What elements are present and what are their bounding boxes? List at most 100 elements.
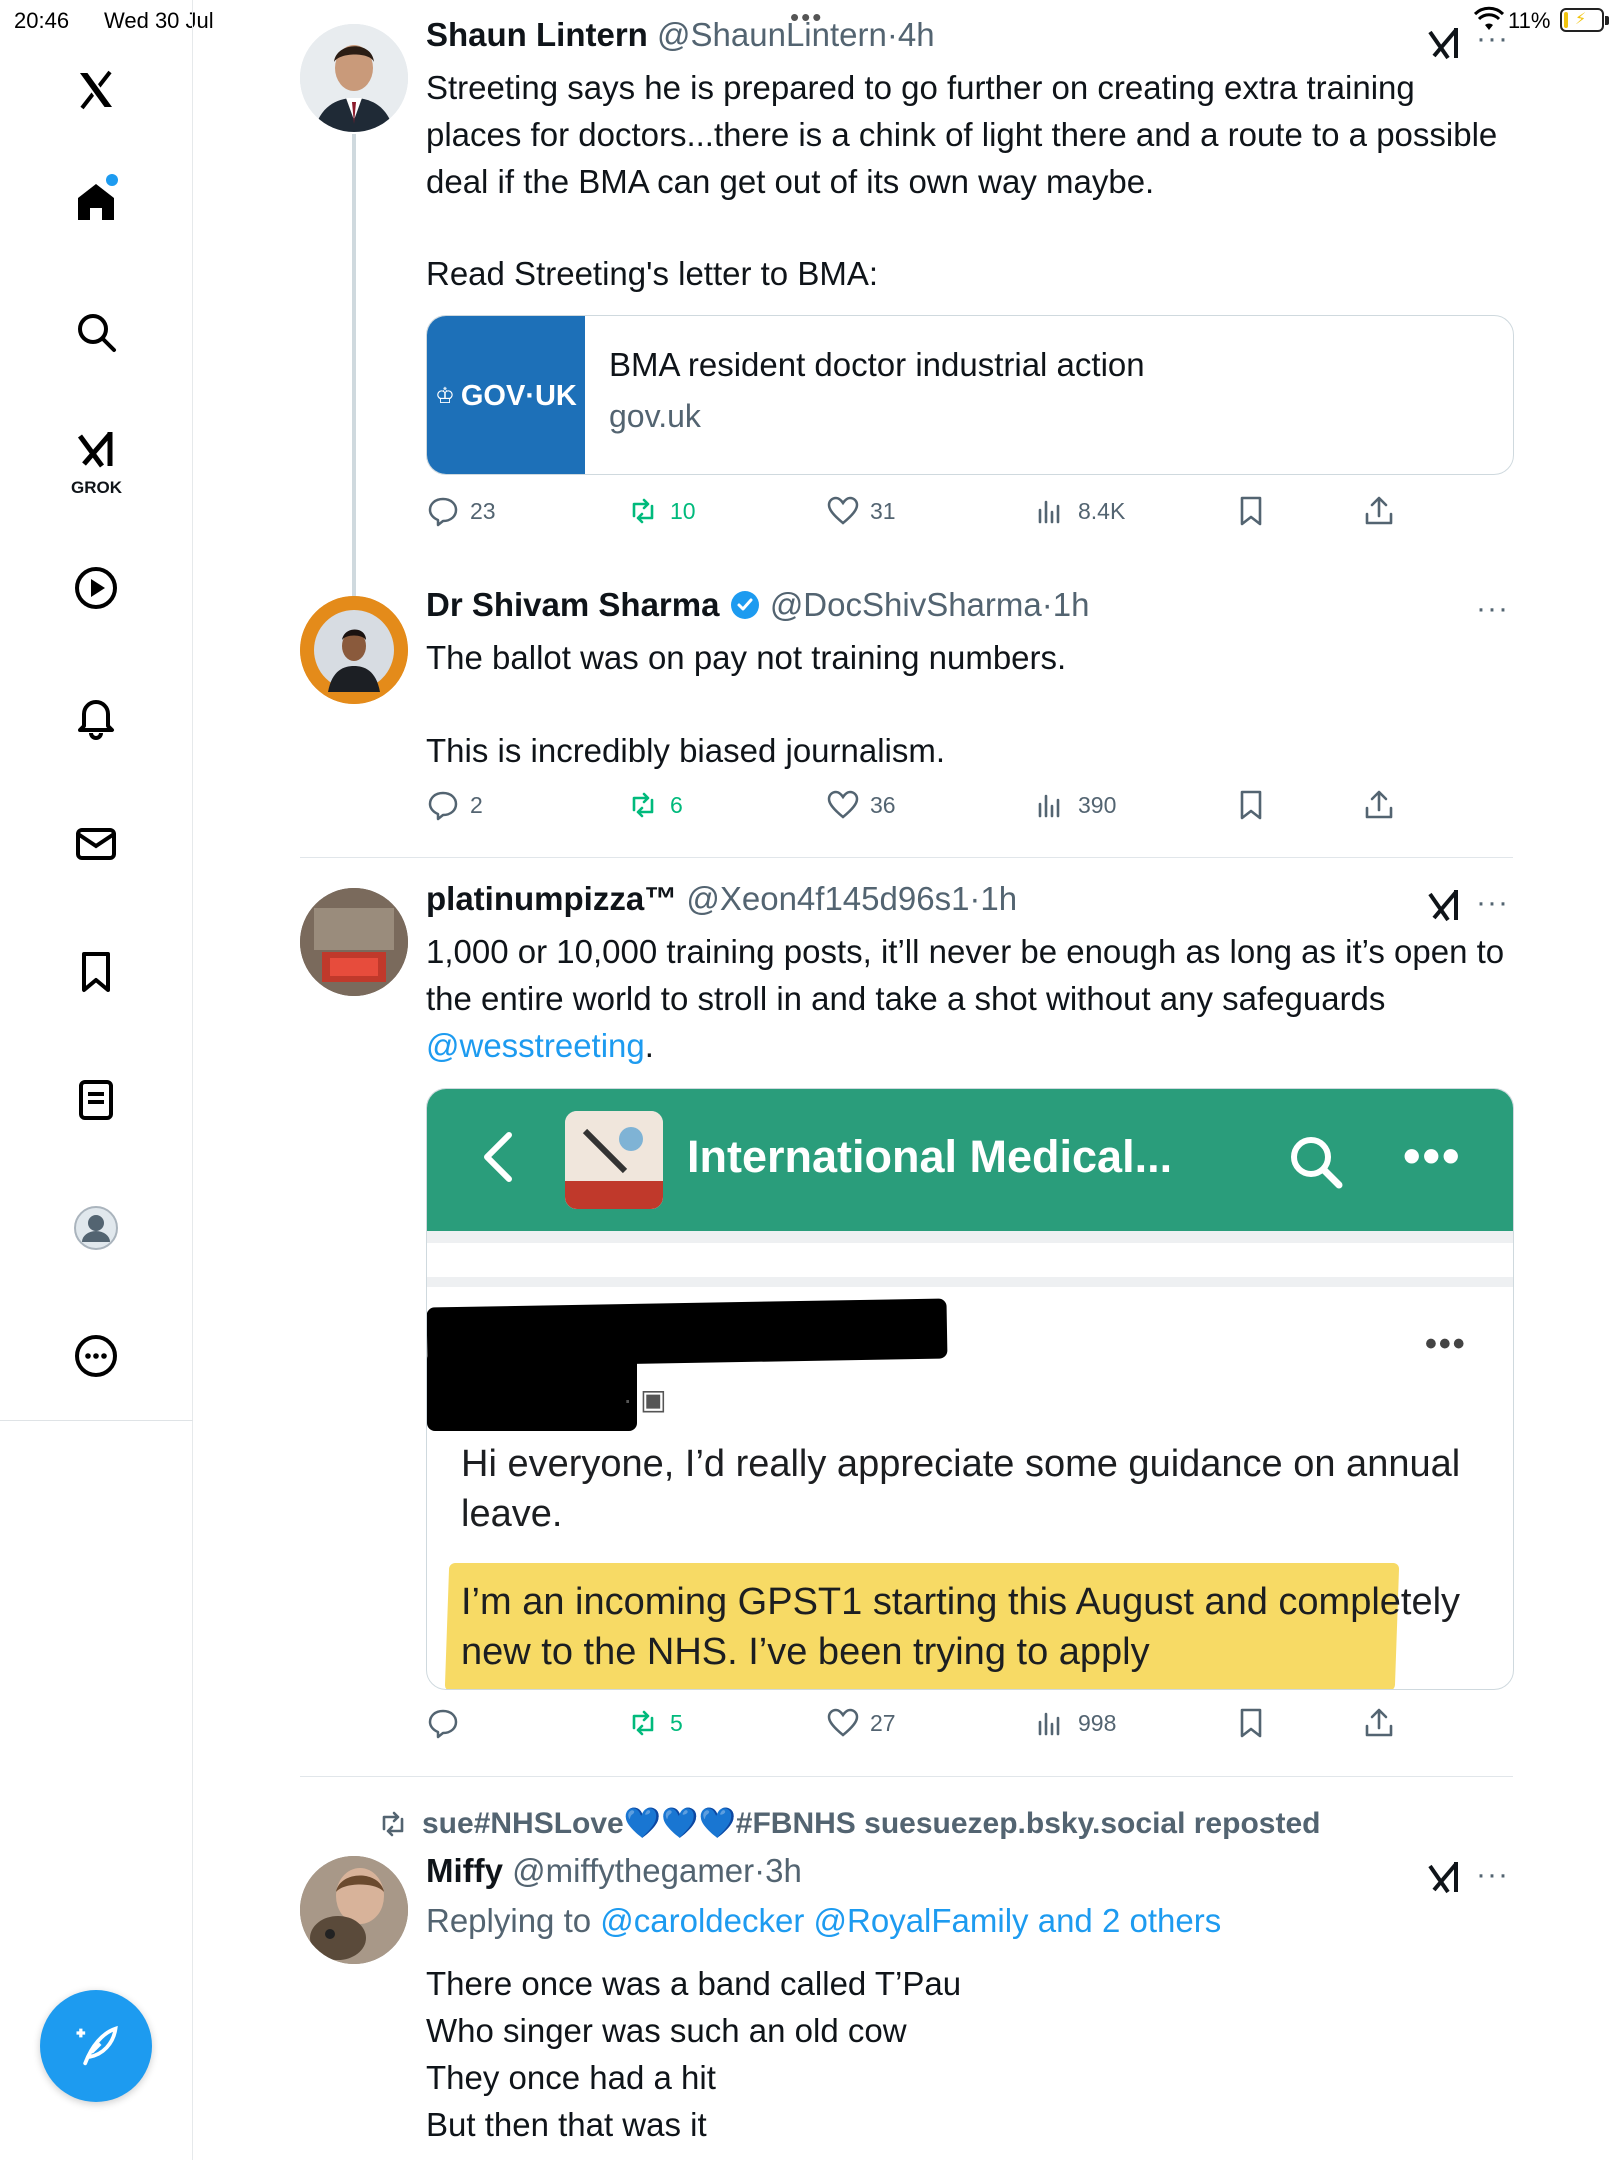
tweet-image[interactable]: International Medical... ••• ••• · ▣ Hi … <box>426 1088 1514 1690</box>
views-button[interactable]: 998 <box>1034 1706 1116 1740</box>
post-more-icon: ••• <box>1425 1325 1467 1363</box>
views-button[interactable]: 8.4K <box>1034 494 1125 528</box>
replying-prefix: Replying to <box>426 1902 592 1939</box>
repost-count: 6 <box>670 791 683 818</box>
bookmark-icon <box>1240 790 1262 820</box>
back-arrow-icon <box>484 1132 512 1182</box>
tweet-actions: 23 10 31 8.4K <box>426 494 1426 534</box>
tweet-more-button[interactable]: ··· <box>1476 22 1509 56</box>
tweet-actions: 5 27 998 <box>426 1706 1426 1746</box>
verified-badge-icon <box>730 591 759 619</box>
author-name[interactable]: Shaun Lintern <box>426 16 648 53</box>
tweet-actions: 2 6 36 390 <box>426 788 1426 828</box>
replying-to: Replying to @caroldecker @RoyalFamily an… <box>426 1902 1221 1940</box>
profile-avatar-icon[interactable] <box>56 1188 136 1268</box>
messages-envelope-icon[interactable] <box>56 804 136 884</box>
reply-count: 2 <box>470 791 483 818</box>
avatar[interactable] <box>300 596 408 704</box>
bookmark-button[interactable] <box>1234 788 1268 822</box>
reply-button[interactable] <box>426 1706 470 1740</box>
tweet-header: platinumpizza™ @Xeon4f145d96s1·1h <box>426 880 1018 917</box>
x-logo-icon[interactable] <box>56 50 136 130</box>
reply-button[interactable]: 2 <box>426 788 483 822</box>
heart-icon <box>827 790 859 819</box>
like-button[interactable]: 36 <box>826 788 896 822</box>
lists-icon[interactable] <box>56 1060 136 1140</box>
repost-count: 10 <box>670 497 696 524</box>
tweet-more-button[interactable]: ··· <box>1476 592 1509 626</box>
like-button[interactable]: 31 <box>826 494 896 528</box>
tweet-time[interactable]: 1h <box>980 880 1017 917</box>
author-name[interactable]: platinumpizza™ <box>426 880 677 917</box>
post-text: Hi everyone, I’d really appreciate some … <box>461 1443 1461 1535</box>
repost-button[interactable]: 5 <box>626 1706 683 1740</box>
author-handle[interactable]: @DocShivSharma <box>770 586 1042 623</box>
video-play-icon[interactable] <box>56 548 136 628</box>
share-button[interactable] <box>1362 788 1396 822</box>
bookmark-button[interactable] <box>1234 1706 1268 1740</box>
reply-icon <box>428 1709 458 1739</box>
tweet-more-button[interactable]: ··· <box>1476 1858 1509 1892</box>
like-count: 27 <box>870 1709 896 1736</box>
more-options-icon[interactable] <box>56 1316 136 1396</box>
poem-line: They once had a hit <box>426 2059 716 2096</box>
avatar[interactable] <box>300 24 408 132</box>
avatar[interactable] <box>300 1856 408 1964</box>
grok-explain-icon[interactable] <box>1424 1858 1464 1898</box>
like-count: 36 <box>870 791 896 818</box>
crown-icon: ♔ <box>435 383 455 408</box>
compose-feather-icon <box>76 2025 118 2066</box>
link-card[interactable]: ♔ GOV·UK BMA resident doctor industrial … <box>426 315 1514 475</box>
bookmarks-icon[interactable] <box>56 932 136 1012</box>
tweet-text: Streeting says he is prepared to go furt… <box>426 69 1498 200</box>
notifications-bell-icon[interactable] <box>56 676 136 756</box>
compose-post-button[interactable] <box>40 1990 152 2102</box>
analytics-icon <box>1038 1712 1060 1736</box>
like-button[interactable]: 27 <box>826 1706 896 1740</box>
mention-link[interactable]: @wesstreeting <box>426 1027 645 1064</box>
tweet-time[interactable]: 1h <box>1053 586 1090 623</box>
analytics-icon <box>1038 500 1060 524</box>
repost-button[interactable]: 10 <box>626 494 696 528</box>
author-name[interactable]: Dr Shivam Sharma <box>426 586 719 623</box>
author-handle[interactable]: @miffythegamer <box>512 1852 754 1889</box>
view-count: 998 <box>1078 1709 1117 1736</box>
grok-explain-icon[interactable] <box>1424 24 1464 64</box>
tweet-time[interactable]: 4h <box>898 16 935 53</box>
repost-count: 5 <box>670 1709 683 1736</box>
grok-explain-icon[interactable] <box>1424 886 1464 926</box>
tweet-text-secondary: This is incredibly biased journalism. <box>426 732 946 769</box>
group-icon <box>565 1111 663 1209</box>
replying-to-link[interactable]: @caroldecker @RoyalFamily and 2 others <box>600 1902 1221 1939</box>
search-icon[interactable] <box>56 292 136 372</box>
tweet-header: Dr Shivam Sharma @DocShivSharma·1h <box>426 586 1090 623</box>
views-button[interactable]: 390 <box>1034 788 1116 822</box>
reply-icon <box>428 497 458 527</box>
share-button[interactable] <box>1362 1706 1396 1740</box>
repost-icon <box>382 1811 404 1836</box>
repost-icon <box>632 498 654 524</box>
bookmark-button[interactable] <box>1234 494 1268 528</box>
author-handle[interactable]: @Xeon4f145d96s1 <box>686 880 969 917</box>
more-icon: ••• <box>1403 1128 1462 1184</box>
grok-label: GROK <box>71 478 122 497</box>
tweet-text: There once was a band called T’Pau Who s… <box>426 1960 1516 2148</box>
tweet-text: The ballot was on pay not training numbe… <box>426 639 1067 676</box>
repost-icon <box>632 792 654 818</box>
share-button[interactable] <box>1362 494 1396 528</box>
post-meta-icon: · ▣ <box>623 1384 667 1415</box>
home-icon[interactable] <box>56 162 136 242</box>
author-name[interactable]: Miffy <box>426 1852 503 1889</box>
tweet-divider <box>300 1776 1513 1777</box>
repost-button[interactable]: 6 <box>626 788 683 822</box>
reply-button[interactable]: 23 <box>426 494 496 528</box>
author-handle[interactable]: @ShaunLintern <box>657 16 887 53</box>
bookmark-icon <box>1240 1708 1262 1738</box>
repost-context[interactable]: sue#NHSLove💙💙💙#FBNHS suesuezep.bsky.soci… <box>376 1806 1320 1841</box>
repost-icon <box>632 1710 654 1736</box>
tweet-more-button[interactable]: ··· <box>1476 886 1509 920</box>
tweet-time[interactable]: 3h <box>765 1852 802 1889</box>
avatar[interactable] <box>300 888 408 996</box>
group-title: International Medical... <box>687 1131 1173 1182</box>
notification-dot <box>106 174 118 186</box>
